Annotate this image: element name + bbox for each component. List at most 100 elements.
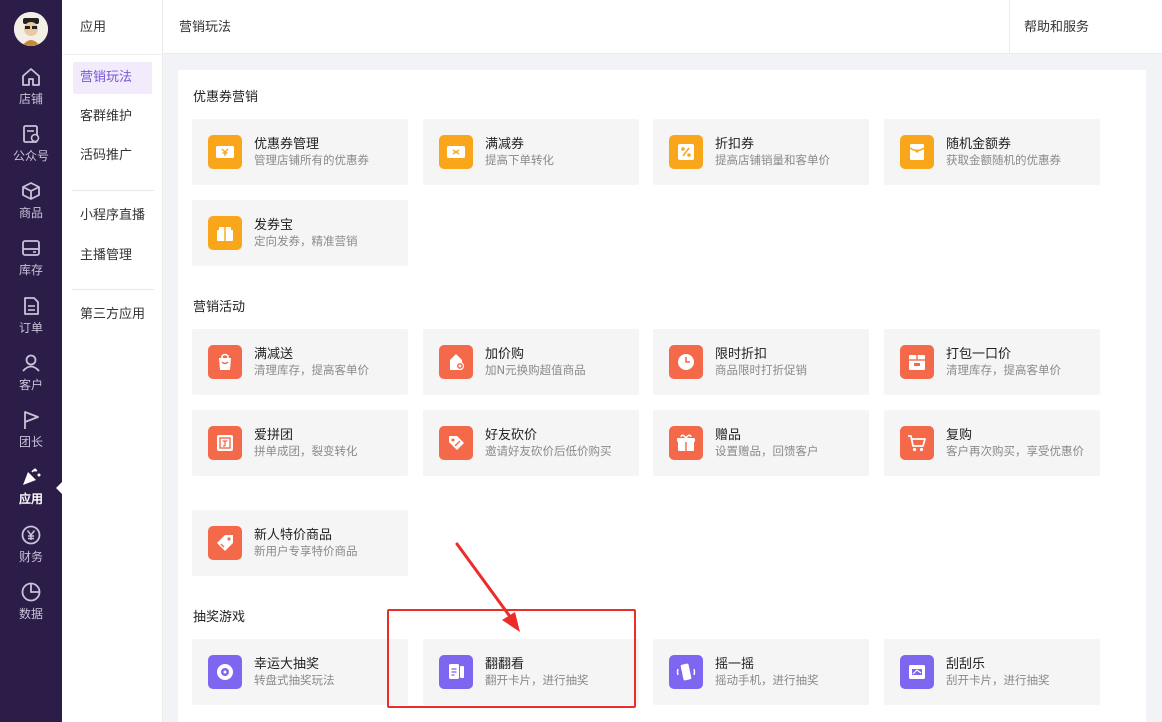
sidebar-item-anchor-management[interactable]: 主播管理 bbox=[73, 240, 152, 272]
card-title: 刮刮乐 bbox=[946, 657, 986, 672]
card-description: 定向发券，精准营销 bbox=[254, 234, 358, 248]
nav-label: 库存 bbox=[18, 263, 43, 277]
sidebar-item-third-party-apps[interactable]: 第三方应用 bbox=[73, 299, 152, 331]
card-discount-coupon[interactable]: 折扣券 提高店铺销量和客单价 bbox=[653, 119, 869, 185]
nav-label: 公众号 bbox=[12, 149, 49, 163]
card-title: 折扣券 bbox=[715, 137, 755, 152]
card-add-on-purchase[interactable]: 加价购 加N元换购超值商品 bbox=[423, 329, 639, 395]
card-description: 商品限时打折促销 bbox=[715, 363, 807, 377]
card-repurchase[interactable]: 复购 客户再次购买，享受优惠价 bbox=[884, 410, 1100, 476]
card-full-reduction-coupon[interactable]: 满减券 提高下单转化 bbox=[423, 119, 639, 185]
nav-item-apps[interactable]: 应用 bbox=[0, 460, 62, 516]
shaking-phone-icon bbox=[669, 655, 703, 689]
divider bbox=[72, 289, 154, 290]
disc-icon bbox=[208, 655, 242, 689]
price-tag-plus-icon bbox=[439, 345, 473, 379]
card-title: 满减券 bbox=[485, 137, 525, 152]
card-new-user-special-price[interactable]: 新人特价商品 新用户专享特价商品 bbox=[192, 510, 408, 576]
clock-icon bbox=[669, 345, 703, 379]
card-description: 转盘式抽奖玩法 bbox=[254, 673, 335, 687]
card-description: 清理库存，提高客单价 bbox=[946, 363, 1061, 377]
top-header: 营销玩法 帮助和服务 bbox=[163, 0, 1162, 54]
card-description: 刮开卡片，进行抽奖 bbox=[946, 673, 1050, 687]
help-and-service-link[interactable]: 帮助和服务 bbox=[1024, 16, 1089, 35]
card-group-buy[interactable]: 爱拼团 拼单成团，裂变转化 bbox=[192, 410, 408, 476]
nav-item-finance[interactable]: 财务 bbox=[0, 518, 62, 574]
card-title: 赠品 bbox=[715, 428, 742, 443]
card-description: 新用户专享特价商品 bbox=[254, 544, 358, 558]
card-title: 好友砍价 bbox=[485, 428, 538, 443]
card-description: 提高店铺销量和客单价 bbox=[715, 153, 830, 167]
sidebar-item-qr-promotion[interactable]: 活码推广 bbox=[73, 140, 152, 172]
main-navigation: 店铺 公众号 商品 库存 订单 客户 团长 应用 财务 数据 bbox=[0, 0, 62, 722]
section-title-activities: 营销活动 bbox=[193, 300, 246, 315]
avatar[interactable] bbox=[14, 12, 48, 46]
card-title: 优惠券管理 bbox=[254, 137, 320, 152]
card-bundle-price[interactable]: 打包一口价 清理库存，提高客单价 bbox=[884, 329, 1100, 395]
group-badge-icon bbox=[208, 426, 242, 460]
card-title: 加价购 bbox=[485, 347, 525, 362]
card-coupon-management[interactable]: 优惠券管理 管理店铺所有的优惠券 bbox=[192, 119, 408, 185]
card-description: 管理店铺所有的优惠券 bbox=[254, 153, 369, 167]
list-icon bbox=[24, 297, 39, 315]
nav-item-group-leader[interactable]: 团长 bbox=[0, 403, 62, 459]
home-icon bbox=[22, 68, 40, 86]
users-icon bbox=[22, 354, 40, 372]
nav-label: 订单 bbox=[18, 321, 43, 335]
nav-label: 店铺 bbox=[18, 92, 43, 106]
card-description: 提高下单转化 bbox=[485, 153, 554, 167]
card-description: 加N元换购超值商品 bbox=[485, 363, 586, 377]
nav-label: 团长 bbox=[18, 435, 43, 449]
nav-item-official-account[interactable]: 公众号 bbox=[0, 117, 62, 173]
card-description: 拼单成团，裂变转化 bbox=[254, 444, 358, 458]
nav-label: 财务 bbox=[18, 550, 43, 564]
nav-label: 数据 bbox=[18, 607, 43, 621]
nav-item-orders[interactable]: 订单 bbox=[0, 289, 62, 345]
arrow-annotation-icon bbox=[455, 542, 520, 632]
coupon-management-icon bbox=[208, 135, 242, 169]
sidebar-item-customer-groups[interactable]: 客群维护 bbox=[73, 101, 152, 133]
tag-icon bbox=[208, 526, 242, 560]
card-lucky-draw[interactable]: 幸运大抽奖 转盘式抽奖玩法 bbox=[192, 639, 408, 705]
nav-item-customers[interactable]: 客户 bbox=[0, 346, 62, 402]
page-title: 营销玩法 bbox=[179, 20, 232, 35]
secondary-sidebar: 应用 营销玩法 客群维护 活码推广 小程序直播 主播管理 第三方应用 bbox=[62, 0, 163, 722]
card-description: 设置赠品，回馈客户 bbox=[715, 444, 819, 458]
nav-label: 客户 bbox=[18, 378, 43, 392]
card-title: 随机金额券 bbox=[946, 137, 1012, 152]
nav-item-data[interactable]: 数据 bbox=[0, 575, 62, 631]
sidebar-item-mini-program-live[interactable]: 小程序直播 bbox=[73, 200, 152, 232]
card-limited-time-discount[interactable]: 限时折扣 商品限时打折促销 bbox=[653, 329, 869, 395]
gift-icon bbox=[669, 426, 703, 460]
red-envelope-icon bbox=[900, 135, 934, 169]
document-gear-icon bbox=[23, 125, 40, 143]
nav-label: 应用 bbox=[18, 492, 43, 506]
section-title-lottery: 抽奖游戏 bbox=[193, 610, 246, 625]
nav-item-inventory[interactable]: 库存 bbox=[0, 231, 62, 287]
main-panel: 优惠券营销 优惠券管理 管理店铺所有的优惠券 满减券 提高下单转化 折扣券 提高… bbox=[178, 70, 1146, 722]
yen-icon bbox=[21, 525, 41, 545]
card-title: 复购 bbox=[946, 428, 973, 443]
percent-tag-icon bbox=[669, 135, 703, 169]
card-random-amount-coupon[interactable]: 随机金额券 获取金额随机的优惠券 bbox=[884, 119, 1100, 185]
box-icon bbox=[22, 182, 40, 200]
card-scratch-card[interactable]: 刮刮乐 刮开卡片，进行抽奖 bbox=[884, 639, 1100, 705]
card-coupon-distribution[interactable]: 发券宝 定向发券，精准营销 bbox=[192, 200, 408, 266]
gift-box-icon bbox=[208, 216, 242, 250]
card-title: 摇一摇 bbox=[715, 657, 755, 672]
divider bbox=[72, 190, 154, 191]
inbox-icon bbox=[22, 240, 40, 256]
card-title: 幸运大抽奖 bbox=[254, 657, 320, 672]
nav-item-products[interactable]: 商品 bbox=[0, 174, 62, 230]
card-title: 满减送 bbox=[254, 347, 294, 362]
card-gift[interactable]: 赠品 设置赠品，回馈客户 bbox=[653, 410, 869, 476]
card-title: 发券宝 bbox=[254, 218, 294, 233]
avatar-image bbox=[14, 12, 48, 46]
sidebar-item-marketing[interactable]: 营销玩法 bbox=[73, 62, 152, 94]
nav-item-store[interactable]: 店铺 bbox=[0, 60, 62, 116]
pie-chart-icon bbox=[21, 582, 41, 602]
card-shake[interactable]: 摇一摇 摇动手机，进行抽奖 bbox=[653, 639, 869, 705]
nav-label: 商品 bbox=[18, 206, 43, 220]
card-friend-bargain[interactable]: 好友砍价 邀请好友砍价后低价购买 bbox=[423, 410, 639, 476]
card-full-reduction-gift[interactable]: 满减送 清理库存，提高客单价 bbox=[192, 329, 408, 395]
